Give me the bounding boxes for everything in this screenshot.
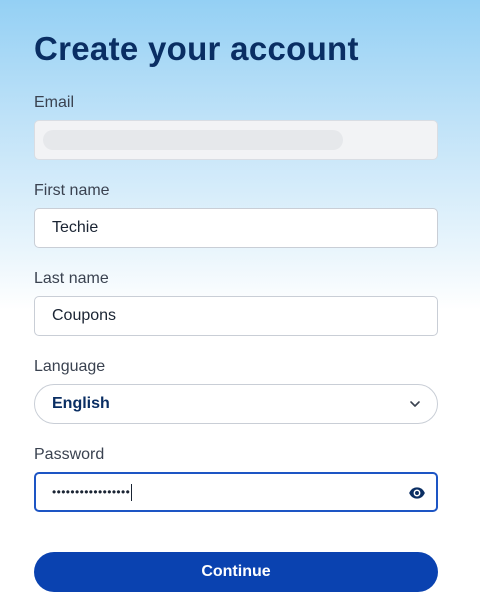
language-label: Language — [34, 358, 106, 375]
first-name-field[interactable]: Techie — [34, 208, 438, 248]
language-select[interactable]: English — [34, 384, 438, 424]
last-name-field[interactable]: Coupons — [34, 296, 438, 336]
page-title: Create your account — [34, 30, 359, 67]
last-name-value: Coupons — [52, 307, 117, 324]
first-name-label: First name — [34, 182, 110, 199]
password-field[interactable]: ••••••••••••••••• — [34, 472, 438, 512]
email-redacted-value — [43, 130, 343, 150]
password-masked-value: ••••••••••••••••• — [52, 485, 131, 499]
email-field[interactable] — [34, 120, 438, 160]
email-label: Email — [34, 94, 75, 111]
last-name-label: Last name — [34, 270, 109, 287]
text-caret — [131, 483, 133, 501]
password-label: Password — [34, 446, 105, 463]
continue-button[interactable]: Continue — [34, 552, 438, 592]
language-selected-value: English — [52, 395, 110, 412]
eye-icon[interactable] — [408, 484, 426, 502]
first-name-value: Techie — [52, 219, 99, 236]
chevron-down-icon — [410, 401, 420, 407]
